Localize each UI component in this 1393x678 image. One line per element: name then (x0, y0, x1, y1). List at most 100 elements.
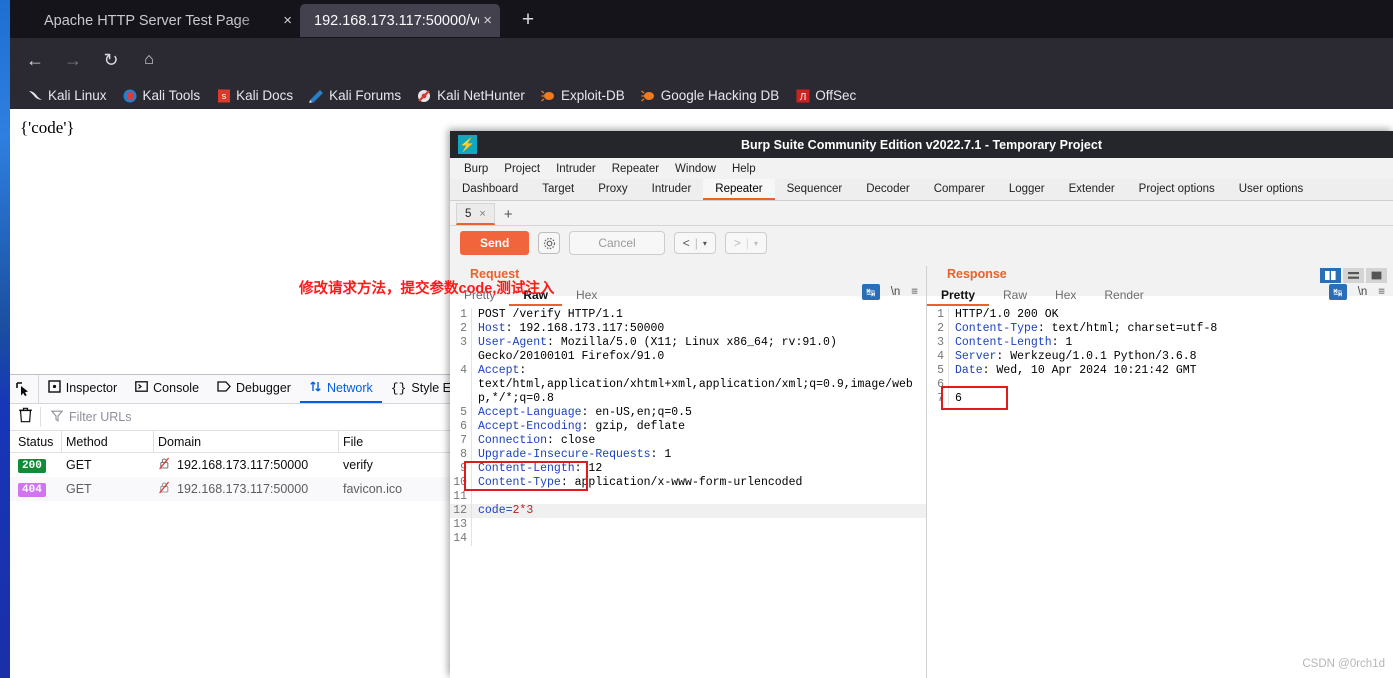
line-number: 5 (927, 364, 949, 378)
tab-logger[interactable]: Logger (997, 179, 1057, 200)
tab-target[interactable]: Target (530, 179, 586, 200)
menu-help[interactable]: Help (726, 162, 762, 176)
bookmark-kali-tools[interactable]: Kali Tools (117, 86, 207, 105)
column-header-method[interactable]: Method (62, 430, 154, 453)
element-picker-icon[interactable] (10, 375, 39, 403)
request-tab-hex[interactable]: Hex (562, 286, 611, 306)
request-editor[interactable]: 1 POST /verify HTTP/1.1 2 Host: 192.168.17… (450, 308, 926, 678)
response-viewer[interactable]: 1 HTTP/1.0 200 OK 2 Content-Type: text/htm… (927, 308, 1393, 678)
word-wrap-icon[interactable]: ↹ (861, 284, 880, 300)
browser-tab-title: 192.168.173.117:50000/verify (314, 12, 479, 29)
response-tab-pretty[interactable]: Pretty (927, 286, 990, 306)
filter-urls-input[interactable]: Filter URLs (40, 407, 132, 427)
code-line: 6 Accept-Encoding: gzip, deflate (450, 420, 926, 434)
bookmark-label: Kali Linux (48, 88, 107, 103)
tab-project-options[interactable]: Project options (1127, 179, 1227, 200)
line-number: 1 (450, 308, 472, 322)
add-repeater-tab-button[interactable]: + (497, 205, 520, 225)
column-header-file[interactable]: File (339, 430, 460, 453)
home-icon[interactable]: ⌂ (136, 48, 162, 72)
tab-decoder[interactable]: Decoder (854, 179, 921, 200)
repeater-action-bar: Send Cancel < | ▾ > | ▾ (450, 226, 1393, 260)
show-newlines-toggle[interactable]: \n (891, 286, 901, 298)
layout-single-pane-icon[interactable] (1366, 268, 1387, 283)
send-button[interactable]: Send (460, 231, 530, 255)
bookmark-kali-nethunter[interactable]: Kali NetHunter (411, 86, 531, 105)
response-view-tabs: Pretty Raw Hex Render (927, 284, 1158, 308)
bookmark-label: Kali Docs (236, 88, 294, 103)
bookmark-kali-linux[interactable]: Kali Linux (22, 86, 113, 105)
column-header-domain[interactable]: Domain (154, 430, 339, 453)
tab-comparer[interactable]: Comparer (922, 179, 997, 200)
devtools-tab-debugger[interactable]: Debugger (208, 375, 300, 403)
bookmark-google-hacking-db[interactable]: Google Hacking DB (635, 86, 786, 105)
line-text: Server: Werkzeug/1.0.1 Python/3.6.8 (955, 350, 1197, 363)
back-icon[interactable]: ← (22, 48, 48, 72)
tab-user-options[interactable]: User options (1227, 179, 1316, 200)
line-number: 4 (927, 350, 949, 364)
line-text: User-Agent: Mozilla/5.0 (X11; Linux x86_… (478, 336, 837, 349)
repeater-tab-5[interactable]: 5 × (456, 203, 495, 225)
code-line: .text/html,application/xhtml+xml,applica… (450, 378, 926, 406)
gear-icon[interactable] (538, 232, 561, 254)
tab-intruder[interactable]: Intruder (640, 179, 704, 200)
tab-extender[interactable]: Extender (1057, 179, 1127, 200)
table-row[interactable]: 200 GET 192.168.173.117:50000 verify (10, 453, 460, 477)
menu-project[interactable]: Project (498, 162, 546, 176)
bookmark-kali-docs[interactable]: s Kali Docs (210, 86, 299, 105)
devtools-tab-label: Network (326, 381, 373, 395)
bookmark-label: Kali Tools (142, 88, 201, 103)
menu-window[interactable]: Window (669, 162, 722, 176)
cancel-button[interactable]: Cancel (569, 231, 665, 255)
tab-repeater[interactable]: Repeater (703, 179, 775, 200)
browser-tab-apache[interactable]: Apache HTTP Server Test Page × (30, 4, 300, 37)
next-request-button[interactable]: > | ▾ (724, 232, 768, 254)
close-icon[interactable]: × (483, 13, 492, 28)
tab-proxy[interactable]: Proxy (586, 179, 639, 200)
code-line: 8 Upgrade-Insecure-Requests: 1 (450, 448, 926, 462)
word-wrap-icon[interactable]: ↹ (1328, 284, 1347, 300)
menu-intruder[interactable]: Intruder (550, 162, 602, 176)
trash-icon[interactable] (18, 407, 33, 428)
menu-burp[interactable]: Burp (458, 162, 494, 176)
offsec-icon: Л (795, 88, 810, 103)
response-tab-hex[interactable]: Hex (1041, 286, 1090, 306)
devtools-tab-inspector[interactable]: Inspector (39, 375, 126, 403)
burp-suite-window: ⚡ Burp Suite Community Edition v2022.7.1… (450, 131, 1393, 678)
bookmark-offsec[interactable]: Л OffSec (789, 86, 862, 105)
tab-sequencer[interactable]: Sequencer (775, 179, 855, 200)
previous-request-button[interactable]: < | ▾ (673, 232, 716, 254)
response-tab-raw[interactable]: Raw (989, 286, 1041, 306)
code-line: 13 (450, 518, 926, 532)
status-badge: 200 (18, 459, 46, 473)
line-text: Content-Length: 1 (955, 336, 1073, 349)
menu-repeater[interactable]: Repeater (606, 162, 665, 176)
line-number: 3 (927, 336, 949, 350)
new-tab-button[interactable]: + (515, 9, 541, 33)
devtools-tab-network[interactable]: Network (299, 375, 382, 403)
tab-dashboard[interactable]: Dashboard (450, 179, 530, 200)
show-newlines-toggle[interactable]: \n (1358, 286, 1368, 298)
svg-text:s: s (221, 91, 226, 101)
pane-menu-icon[interactable]: ≡ (911, 286, 918, 298)
layout-horizontal-split-icon[interactable] (1343, 268, 1364, 283)
browser-tab-verify[interactable]: 192.168.173.117:50000/verify × (300, 4, 500, 37)
line-number: 13 (450, 518, 472, 532)
close-icon[interactable]: × (479, 208, 485, 220)
browser-tab-title: Apache HTTP Server Test Page (44, 12, 250, 29)
layout-vertical-split-icon[interactable] (1320, 268, 1341, 283)
bookmark-exploit-db[interactable]: Exploit-DB (535, 86, 631, 105)
close-icon[interactable]: × (283, 13, 292, 28)
bookmark-kali-forums[interactable]: Kali Forums (303, 86, 407, 105)
reload-icon[interactable]: ↻ (98, 48, 124, 72)
kali-dragon-icon (28, 88, 43, 103)
column-header-status[interactable]: Status (10, 430, 62, 453)
pane-menu-icon[interactable]: ≡ (1378, 286, 1385, 298)
code-line: 1 POST /verify HTTP/1.1 (450, 308, 926, 322)
devtools-tab-style-editor[interactable]: {} Style E (382, 375, 460, 403)
table-row[interactable]: 404 GET 192.168.173.117:50000 favicon.ic… (10, 477, 460, 501)
devtools-tab-console[interactable]: Console (126, 375, 208, 403)
response-tab-render[interactable]: Render (1090, 286, 1157, 306)
forward-icon[interactable]: → (60, 48, 86, 72)
layout-buttons (1320, 268, 1387, 283)
